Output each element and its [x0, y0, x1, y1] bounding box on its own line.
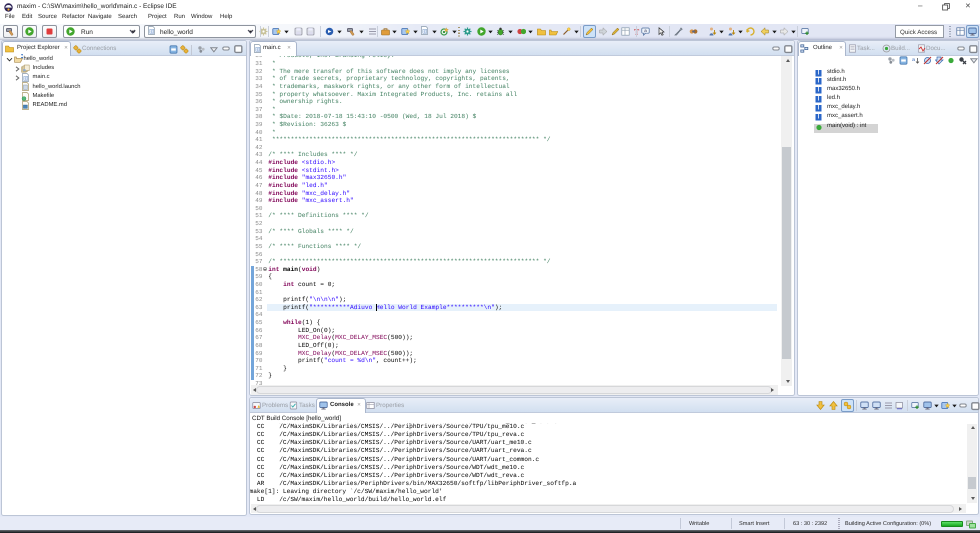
svg-text:c: c	[151, 29, 153, 33]
svg-text:c: c	[257, 47, 259, 51]
svg-text:c: c	[25, 76, 27, 80]
svg-text:c: c	[424, 29, 426, 33]
svg-text:a: a	[912, 57, 915, 63]
